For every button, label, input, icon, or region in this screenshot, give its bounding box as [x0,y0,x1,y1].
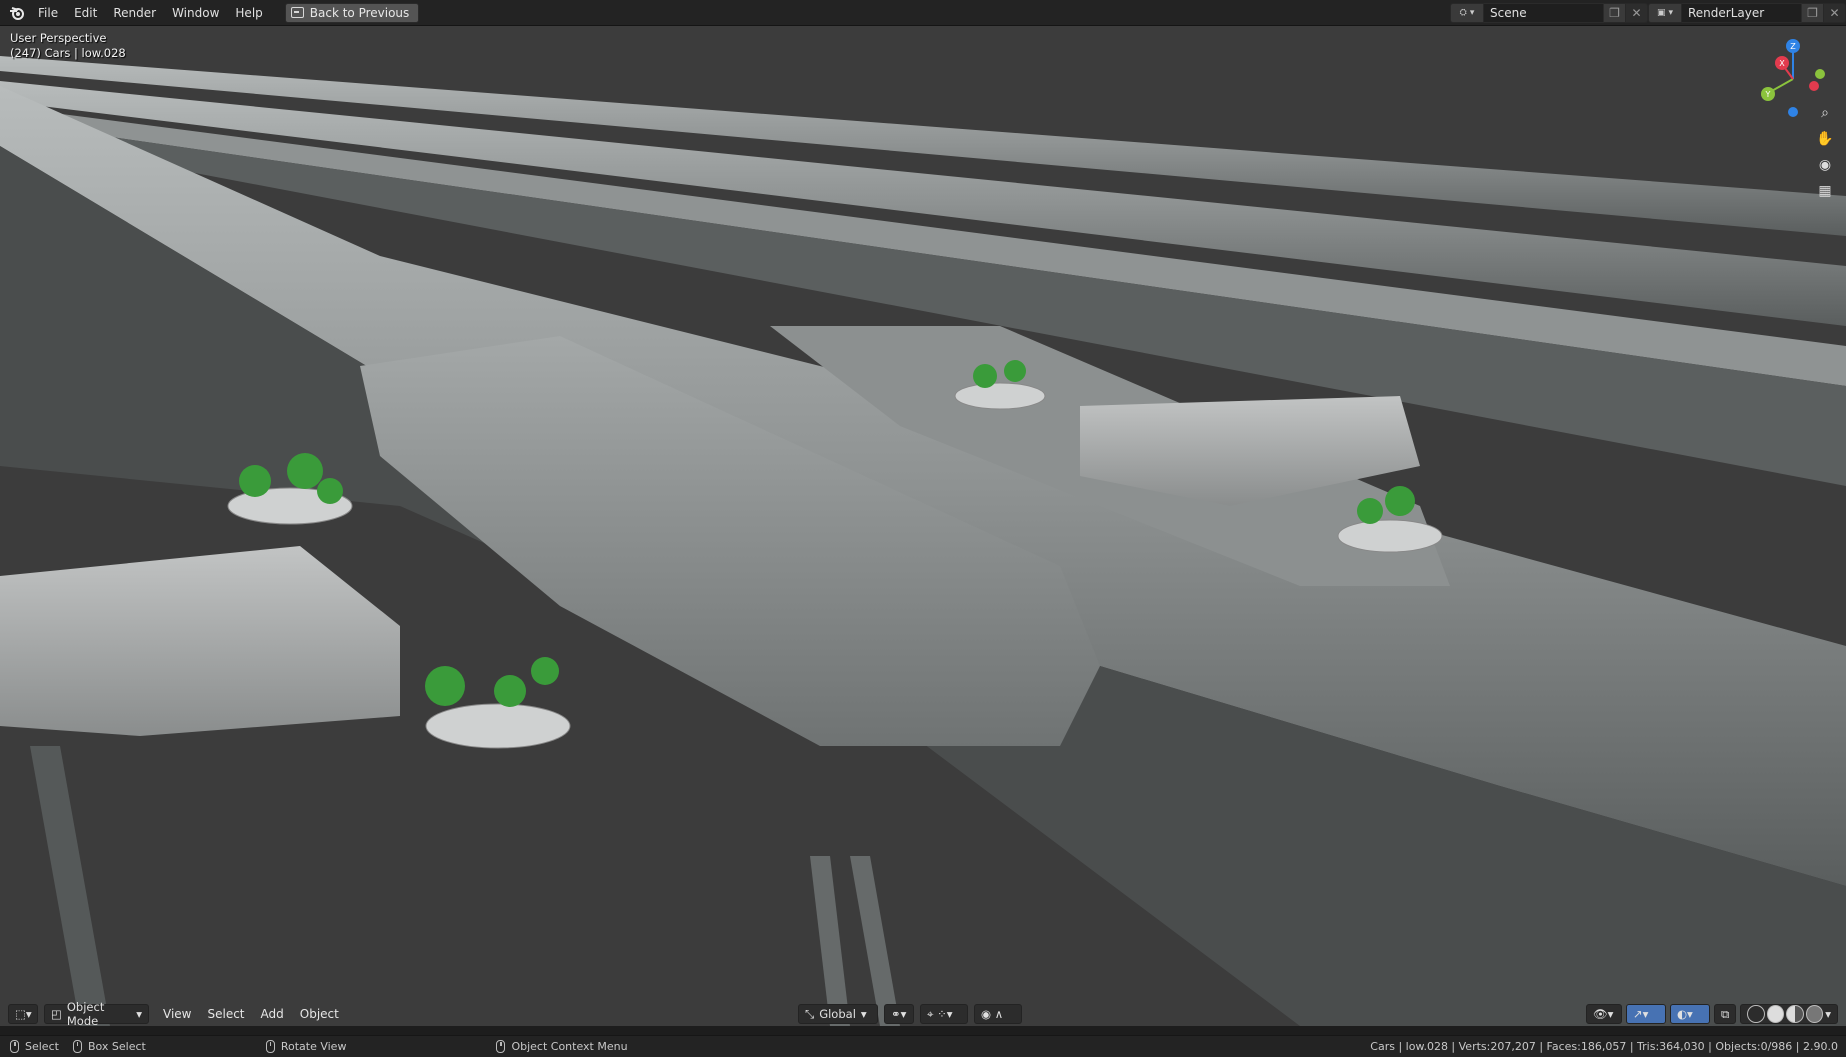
mode-dropdown[interactable]: ◰ Object Mode ▾ [44,1000,149,1026]
pan-hand-icon[interactable]: ✋ [1812,126,1838,152]
solid-shading-icon[interactable] [1766,1005,1785,1023]
chevron-down-icon: ▾ [860,1007,867,1021]
station-pod-left [0,546,400,736]
new-view-layer-icon[interactable]: ❐ [1802,3,1824,23]
rendered-shading-icon[interactable] [1805,1005,1824,1023]
svg-text:Z: Z [1790,42,1796,51]
status-rotate-view: Rotate View [265,1040,346,1053]
camera-icon[interactable]: ◉ [1812,152,1838,178]
pivot-point-icon[interactable]: ⚭▾ [884,1004,914,1024]
status-box-select: Box Select [72,1040,146,1053]
menu-file[interactable]: File [30,3,66,23]
shading-mode-group[interactable]: ▾ [1740,1004,1838,1024]
chevron-down-icon[interactable]: ▾ [1825,1007,1831,1021]
back-to-previous-label: Back to Previous [309,5,410,20]
object-info-label: (247) Cars | low.028 [10,46,126,60]
transform-orientation-dropdown[interactable]: ⤡ Global ▾ [798,1004,878,1024]
menu-help[interactable]: Help [227,3,270,23]
proportional-editing-icon[interactable]: ◉ ∧ [974,1004,1022,1024]
remove-view-layer-icon[interactable]: ✕ [1824,3,1846,23]
gizmo-toggle-icon[interactable]: ↗▾ [1626,1004,1666,1024]
menu-window[interactable]: Window [164,3,227,23]
neg-z-axis-icon[interactable] [1788,107,1798,117]
mouse-left-icon [10,1040,19,1053]
overlay-toggle-icon[interactable]: ◐▾ [1670,1004,1710,1024]
mouse-drag-icon [72,1040,82,1053]
view-name-label: User Perspective [10,31,107,45]
view-layer-icon[interactable]: ▣ ▾ [1648,3,1682,23]
mouse-middle-icon [265,1040,275,1053]
scene-statistics: Cars | low.028 | Verts:207,207 | Faces:1… [1370,1040,1838,1053]
neg-x-axis-icon[interactable] [1809,81,1819,91]
neg-y-axis-icon[interactable] [1815,69,1825,79]
status-context-menu: Object Context Menu [496,1040,628,1053]
3d-viewport[interactable]: User Perspective (247) Cars | low.028 Z … [0,26,1846,1026]
snap-icon[interactable]: ⌖ ⁘▾ [920,1004,968,1024]
svg-text:X: X [1779,59,1785,68]
planter-3 [1337,519,1443,553]
menu-add[interactable]: Add [253,1007,292,1021]
menu-render[interactable]: Render [105,3,164,23]
mouse-right-icon [496,1040,506,1053]
menu-edit[interactable]: Edit [66,3,105,23]
grid-ortho-icon[interactable]: ▦ [1812,178,1838,204]
planter-4 [954,382,1046,410]
chevron-down-icon: ▾ [136,1007,142,1021]
back-to-previous-button[interactable]: Back to Previous [284,2,420,23]
menu-object[interactable]: Object [292,1007,347,1021]
xray-toggle-icon[interactable]: ⧉ [1714,1004,1736,1024]
scene-name-field[interactable]: Scene [1484,3,1604,23]
zoom-icon[interactable]: ⌕ [1812,100,1838,126]
scene-render [0,56,1846,1026]
remove-scene-icon[interactable]: ✕ [1626,3,1648,23]
svg-text:Y: Y [1765,90,1771,99]
status-select: Select [10,1040,59,1053]
new-scene-icon[interactable]: ❐ [1604,3,1626,23]
planter-2 [425,703,571,749]
viewport-header: ⬚▾ ◰ Object Mode ▾ View Select Add Objec… [0,996,1846,1026]
top-bar: File Edit Render Window Help Back to Pre… [0,0,1846,26]
scene-icon[interactable]: ⛭ ▾ [1450,3,1484,23]
status-bar: Select Box Select Rotate View Object Con… [0,1035,1846,1057]
editor-type-icon[interactable]: ⬚▾ [8,1004,38,1024]
blender-logo-icon[interactable] [4,0,30,26]
object-mode-icon: ◰ [51,1007,62,1021]
visibility-icon[interactable]: 👁▾ [1586,1004,1622,1024]
material-shading-icon[interactable] [1786,1005,1804,1023]
scene-selector[interactable]: ⛭ ▾ Scene ❐ ✕ [1450,3,1648,23]
view-layer-name-field[interactable]: RenderLayer [1682,3,1802,23]
screen-back-icon [290,7,304,18]
wireframe-shading-icon[interactable] [1747,1005,1765,1023]
view-layer-selector[interactable]: ▣ ▾ RenderLayer ❐ ✕ [1648,3,1846,23]
menu-view[interactable]: View [155,1007,199,1021]
menu-select[interactable]: Select [199,1007,252,1021]
support-column-1 [30,746,110,1026]
orientation-icon: ⤡ [805,1006,815,1021]
